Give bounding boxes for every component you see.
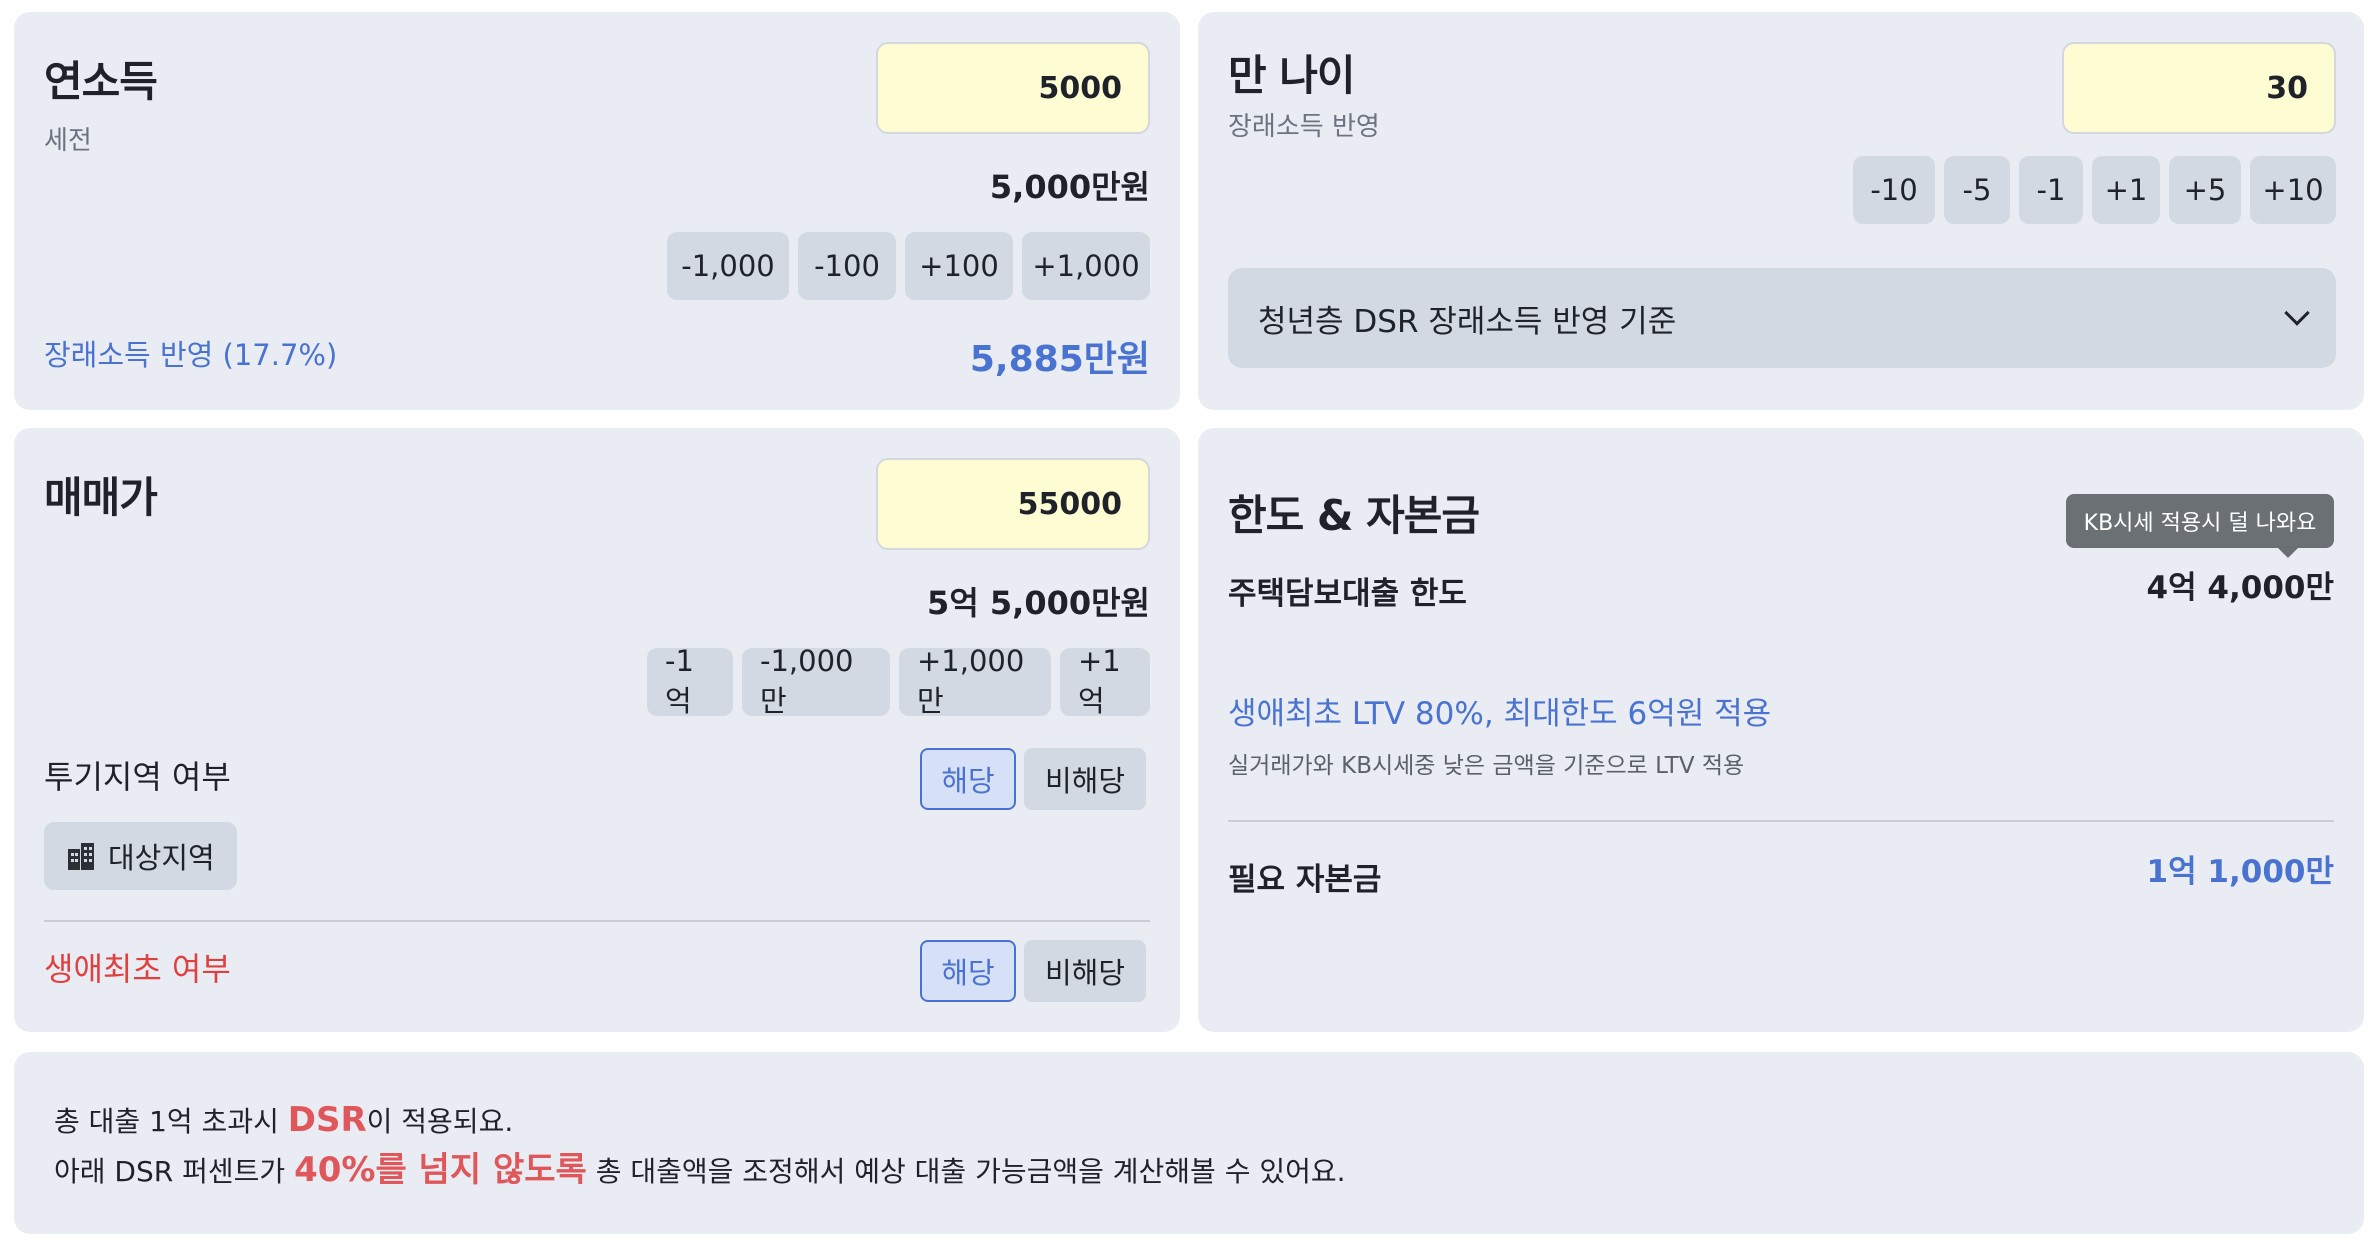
age-plus-5-button[interactable]: +5 (2169, 156, 2241, 224)
dsr-note-line2-pre: 아래 DSR 퍼센트가 (54, 1155, 295, 1188)
first-time-buyer-label: 생애최초 여부 (44, 950, 231, 988)
first-time-yes-button[interactable]: 해당 (920, 940, 1016, 1002)
building-icon (66, 841, 96, 871)
youth-dsr-dropdown[interactable]: 청년층 DSR 장래소득 반영 기준 (1228, 268, 2336, 368)
chevron-down-icon (2284, 300, 2310, 326)
price-title: 매매가 (44, 473, 158, 522)
income-input[interactable] (876, 42, 1150, 134)
income-card: 연소득 세전 5,000만원 -1,000 -100 +100 +1,000 장… (14, 12, 1180, 410)
ltv-applied-text: 생애최초 LTV 80%, 최대한도 6억원 적용 (1228, 696, 1772, 732)
limit-title: 한도 & 자본금 (1228, 491, 1480, 540)
target-area-button[interactable]: 대상지역 (44, 822, 237, 890)
income-plus-100-button[interactable]: +100 (905, 232, 1013, 300)
income-minus-100-button[interactable]: -100 (798, 232, 896, 300)
age-minus-1-button[interactable]: -1 (2019, 156, 2083, 224)
price-minus-10m-button[interactable]: -1,000만 (742, 644, 890, 718)
future-income-value: 5,885만원 (969, 339, 1150, 380)
dsr-note-line2: 아래 DSR 퍼센트가 40%를 넘지 않도록 총 대출액을 조정해서 예상 대… (54, 1144, 1346, 1198)
price-plus-10m-button[interactable]: +1,000만 (899, 644, 1051, 718)
age-input[interactable] (2062, 42, 2336, 134)
dsr-note-card: 총 대출 1억 초과시 DSR이 적용되요. 아래 DSR 퍼센트가 40%를 … (14, 1052, 2364, 1234)
limit-divider (1228, 820, 2334, 822)
ltv-basis-text: 실거래가와 KB시세중 낮은 금액을 기준으로 LTV 적용 (1228, 753, 1745, 779)
limit-card: 한도 & 자본금 KB시세 적용시 덜 나와요 주택담보대출 한도 4억 4,0… (1198, 428, 2364, 1032)
dsr-note-line1: 총 대출 1억 초과시 DSR이 적용되요. (54, 1094, 513, 1148)
speculative-no-button[interactable]: 비해당 (1024, 748, 1146, 810)
age-title: 만 나이 (1228, 51, 1356, 100)
mortgage-limit-label: 주택담보대출 한도 (1228, 576, 1467, 612)
price-step-buttons: -1억 -1,000만 +1,000만 +1억 (647, 644, 1150, 718)
income-step-buttons: -1,000 -100 +100 +1,000 (667, 232, 1150, 300)
future-income-label: 장래소득 반영 (17.7%) (44, 338, 338, 372)
price-minus-100m-button[interactable]: -1억 (647, 644, 733, 718)
income-subtitle: 세전 (44, 126, 92, 156)
age-step-buttons: -10 -5 -1 +1 +5 +10 (1853, 156, 2336, 224)
mortgage-limit-value: 4억 4,000만 (2146, 570, 2334, 606)
age-minus-10-button[interactable]: -10 (1853, 156, 1935, 224)
price-formatted: 5억 5,000만원 (927, 584, 1150, 622)
target-area-label: 대상지역 (108, 841, 215, 875)
first-time-buyer-toggle: 해당 비해당 (920, 940, 1146, 1002)
age-minus-5-button[interactable]: -5 (1944, 156, 2010, 224)
required-capital-value: 1억 1,000만 (2146, 854, 2334, 890)
dsr-note-line1-post: 이 적용되요. (366, 1105, 514, 1138)
income-plus-1000-button[interactable]: +1,000 (1022, 232, 1150, 300)
age-card: 만 나이 장래소득 반영 -10 -5 -1 +1 +5 +10 청년층 DSR… (1198, 12, 2364, 410)
dsr-note-line2-post: 총 대출액을 조정해서 예상 대출 가능금액을 계산해볼 수 있어요. (586, 1155, 1346, 1188)
speculative-area-toggle: 해당 비해당 (920, 748, 1146, 810)
income-formatted: 5,000만원 (989, 168, 1150, 206)
income-minus-1000-button[interactable]: -1,000 (667, 232, 789, 300)
price-card: 매매가 5억 5,000만원 -1억 -1,000만 +1,000만 +1억 투… (14, 428, 1180, 1032)
first-time-no-button[interactable]: 비해당 (1024, 940, 1146, 1002)
speculative-area-label: 투기지역 여부 (44, 758, 231, 796)
age-plus-10-button[interactable]: +10 (2250, 156, 2336, 224)
age-subtitle: 장래소득 반영 (1228, 112, 1380, 142)
price-plus-100m-button[interactable]: +1억 (1060, 644, 1150, 718)
price-divider (44, 920, 1150, 922)
required-capital-label: 필요 자본금 (1228, 862, 1382, 898)
youth-dsr-dropdown-value: 청년층 DSR 장래소득 반영 기준 (1258, 303, 1677, 340)
dsr-note-line1-pre: 총 대출 1억 초과시 (54, 1105, 288, 1138)
speculative-yes-button[interactable]: 해당 (920, 748, 1016, 810)
dsr-40-highlight: 40%를 넘지 않도록 (294, 1150, 587, 1190)
dsr-highlight: DSR (287, 1100, 367, 1140)
price-input[interactable] (876, 458, 1150, 550)
age-plus-1-button[interactable]: +1 (2092, 156, 2160, 224)
income-title: 연소득 (44, 57, 158, 106)
kb-price-tooltip: KB시세 적용시 덜 나와요 (2066, 494, 2334, 558)
